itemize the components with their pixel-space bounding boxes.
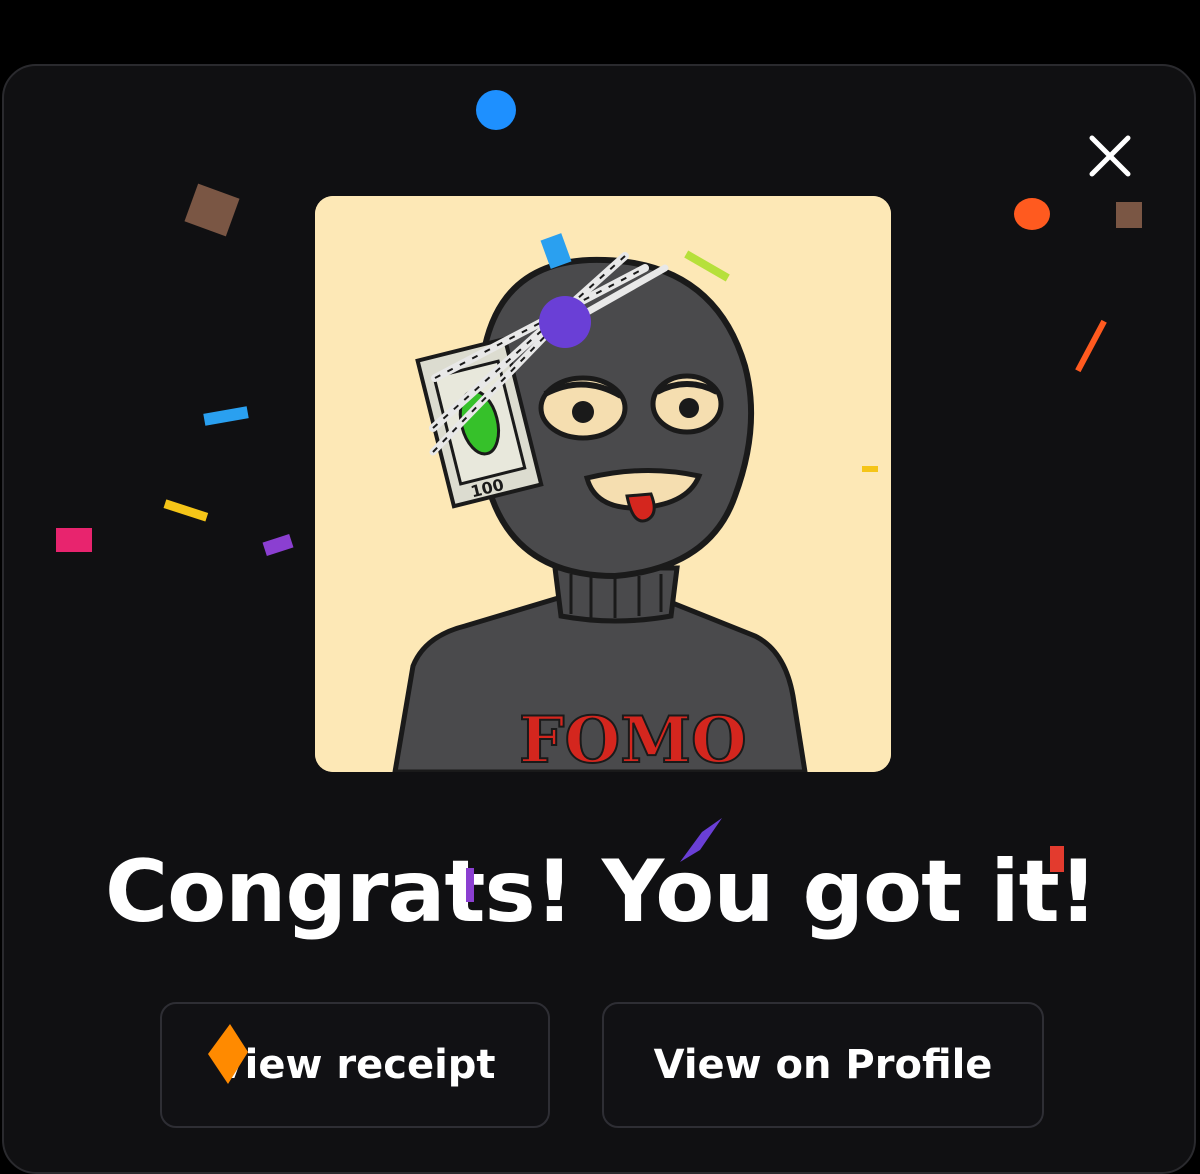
nft-avatar-illustration: 100 FOMO (315, 196, 891, 772)
nft-image: 100 FOMO (315, 196, 891, 772)
close-icon (1089, 135, 1131, 177)
confetti-piece (539, 296, 591, 348)
success-headline: Congrats! You got it! (104, 842, 1098, 942)
success-modal: 100 FOMO Congrats! You got it! View rece… (2, 64, 1196, 1174)
view-receipt-button[interactable]: View receipt (160, 1002, 550, 1128)
view-on-profile-button[interactable]: View on Profile (602, 1002, 1044, 1128)
sweater-text: FOMO (519, 703, 747, 772)
close-button[interactable] (1082, 128, 1138, 184)
